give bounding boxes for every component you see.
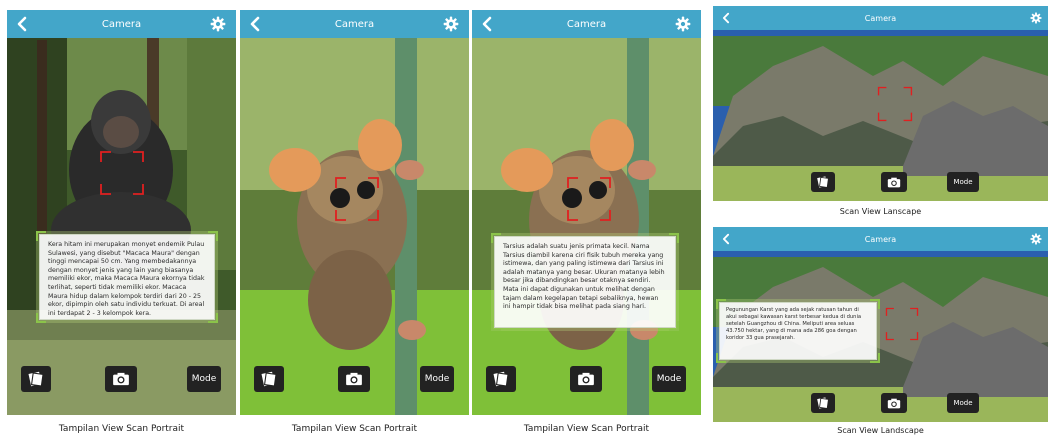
- chevron-left-icon[interactable]: [248, 16, 262, 32]
- capture-button[interactable]: [881, 393, 907, 413]
- mode-button[interactable]: Mode: [947, 172, 979, 192]
- focus-brackets: [99, 150, 145, 196]
- info-box: Pegunungan Karst yang ada sejak ratusan …: [716, 299, 880, 363]
- gear-icon[interactable]: [443, 16, 459, 32]
- app-title: Camera: [864, 234, 897, 244]
- app-bar: Camera: [713, 6, 1048, 30]
- camera-preview-macaque: [7, 10, 236, 415]
- gear-icon[interactable]: [210, 16, 226, 32]
- app-title: Camera: [566, 18, 607, 30]
- gear-icon[interactable]: [1030, 233, 1042, 245]
- mode-label: Mode: [656, 374, 682, 384]
- mode-button[interactable]: Mode: [947, 393, 979, 413]
- capture-button[interactable]: [338, 366, 370, 392]
- capture-button[interactable]: [105, 366, 137, 392]
- caption-screen-4: Scan View Lanscape: [839, 207, 922, 216]
- info-text: Tarsius adalah suatu jenis primata kecil…: [503, 243, 665, 311]
- mode-label: Mode: [953, 178, 973, 186]
- camera-icon: [345, 372, 363, 386]
- info-text: Pegunungan Karst yang ada sejak ratusan …: [726, 307, 862, 341]
- chevron-left-icon[interactable]: [480, 16, 494, 32]
- screen-karst-landscape-info: Camera Pegunungan Karst yang ada sejak r…: [713, 227, 1048, 422]
- app-bar: Camera: [472, 10, 701, 38]
- focus-brackets: [334, 176, 380, 222]
- app-title: Camera: [334, 18, 375, 30]
- mode-label: Mode: [191, 374, 217, 384]
- mode-label: Mode: [424, 374, 450, 384]
- screen-tarsier-portrait: Camera Mode: [240, 10, 469, 415]
- caption-screen-2: Tampilan View Scan Portrait: [291, 424, 418, 434]
- focus-brackets: [885, 307, 919, 341]
- app-title: Camera: [864, 13, 897, 23]
- mode-button[interactable]: Mode: [187, 366, 221, 392]
- app-bar: Camera: [713, 227, 1048, 251]
- info-box: Kera hitam ini merupakan monyet endemik …: [36, 231, 218, 323]
- focus-brackets: [877, 86, 913, 122]
- capture-button[interactable]: [570, 366, 602, 392]
- mode-label: Mode: [953, 399, 973, 407]
- gear-icon[interactable]: [1030, 12, 1042, 24]
- camera-icon: [112, 372, 130, 386]
- screen-tarsier-info-portrait: Camera Tarsius adalah suatu jenis primat…: [472, 10, 701, 415]
- gallery-button[interactable]: [254, 366, 284, 392]
- gallery-icon: [260, 370, 278, 388]
- gallery-icon: [492, 370, 510, 388]
- app-bar: Camera: [240, 10, 469, 38]
- app-bar: Camera: [7, 10, 236, 38]
- app-title: Camera: [101, 18, 142, 30]
- caption-screen-5: Scan View Landscape: [837, 426, 924, 435]
- capture-button[interactable]: [881, 172, 907, 192]
- camera-icon: [887, 177, 901, 188]
- gallery-icon: [816, 396, 830, 410]
- screen-macaque-portrait: Camera Kera hitam ini merupakan monyet e…: [7, 10, 236, 415]
- focus-brackets: [566, 176, 612, 222]
- caption-screen-3: Tampilan View Scan Portrait: [523, 424, 650, 434]
- chevron-left-icon[interactable]: [721, 233, 731, 245]
- info-box: Tarsius adalah suatu jenis primata kecil…: [491, 233, 679, 331]
- mode-button[interactable]: Mode: [652, 366, 686, 392]
- camera-icon: [887, 398, 901, 409]
- gallery-icon: [816, 175, 830, 189]
- gallery-button[interactable]: [486, 366, 516, 392]
- chevron-left-icon[interactable]: [15, 16, 29, 32]
- screen-karst-landscape-scan: Camera Mode: [713, 6, 1048, 201]
- gallery-button[interactable]: [811, 393, 835, 413]
- caption-screen-1: Tampilan View Scan Portrait: [58, 424, 185, 434]
- mode-button[interactable]: Mode: [420, 366, 454, 392]
- gallery-button[interactable]: [811, 172, 835, 192]
- camera-icon: [577, 372, 595, 386]
- chevron-left-icon[interactable]: [721, 12, 731, 24]
- gallery-icon: [27, 370, 45, 388]
- info-text: Kera hitam ini merupakan monyet endemik …: [48, 241, 205, 317]
- gear-icon[interactable]: [675, 16, 691, 32]
- gallery-button[interactable]: [21, 366, 51, 392]
